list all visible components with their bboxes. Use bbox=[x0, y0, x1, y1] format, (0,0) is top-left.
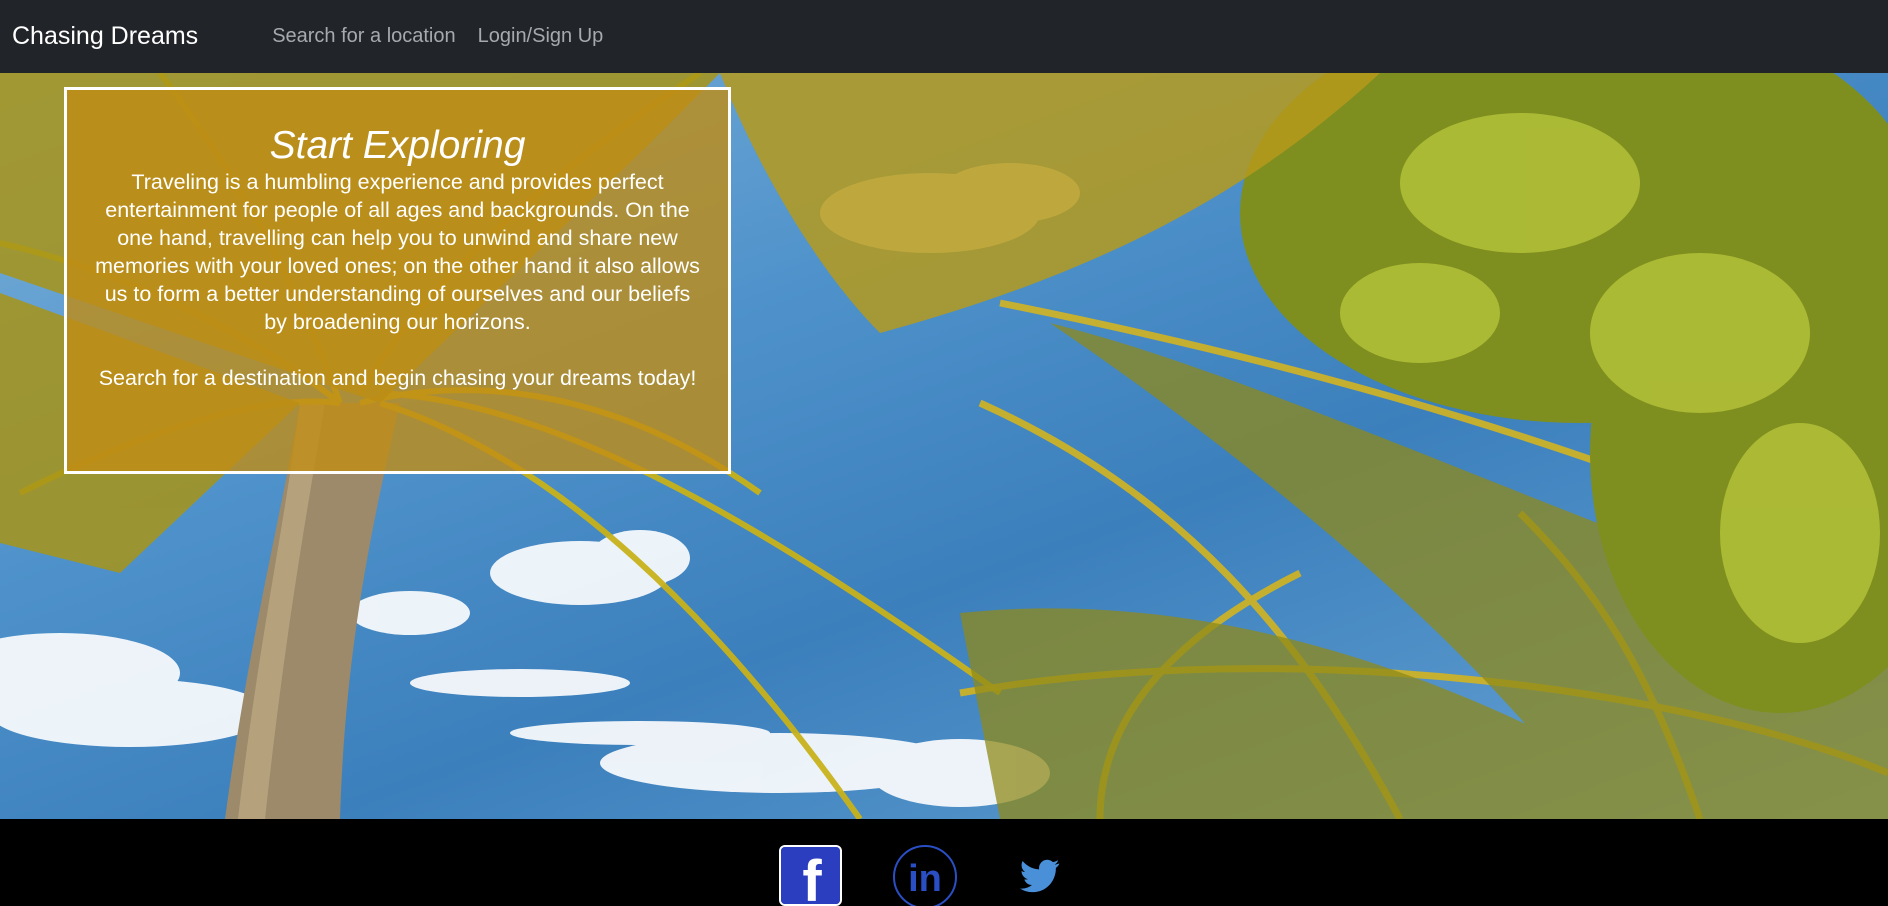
linkedin-icon: in bbox=[908, 858, 942, 900]
facebook-link[interactable]: f bbox=[779, 845, 842, 906]
twitter-link[interactable] bbox=[1020, 859, 1060, 893]
svg-text:in: in bbox=[908, 858, 942, 900]
card-title: Start Exploring bbox=[269, 124, 526, 167]
twitter-icon bbox=[1020, 859, 1060, 893]
facebook-icon: f bbox=[781, 847, 840, 904]
card-cta: Search for a destination and begin chasi… bbox=[98, 366, 697, 390]
intro-card: Start Exploring Traveling is a humbling … bbox=[64, 87, 731, 474]
nav-link-search[interactable]: Search for a location bbox=[272, 25, 455, 48]
svg-text:f: f bbox=[802, 849, 822, 904]
nav-link-login[interactable]: Login/Sign Up bbox=[478, 25, 604, 48]
brand-link[interactable]: Chasing Dreams bbox=[12, 22, 198, 51]
navbar: Chasing Dreams Search for a location Log… bbox=[0, 0, 1888, 73]
nav-links: Search for a location Login/Sign Up bbox=[272, 25, 625, 48]
linkedin-link[interactable]: in bbox=[893, 845, 957, 906]
footer: f in bbox=[0, 819, 1888, 906]
card-body: Traveling is a humbling experience and p… bbox=[95, 170, 700, 334]
